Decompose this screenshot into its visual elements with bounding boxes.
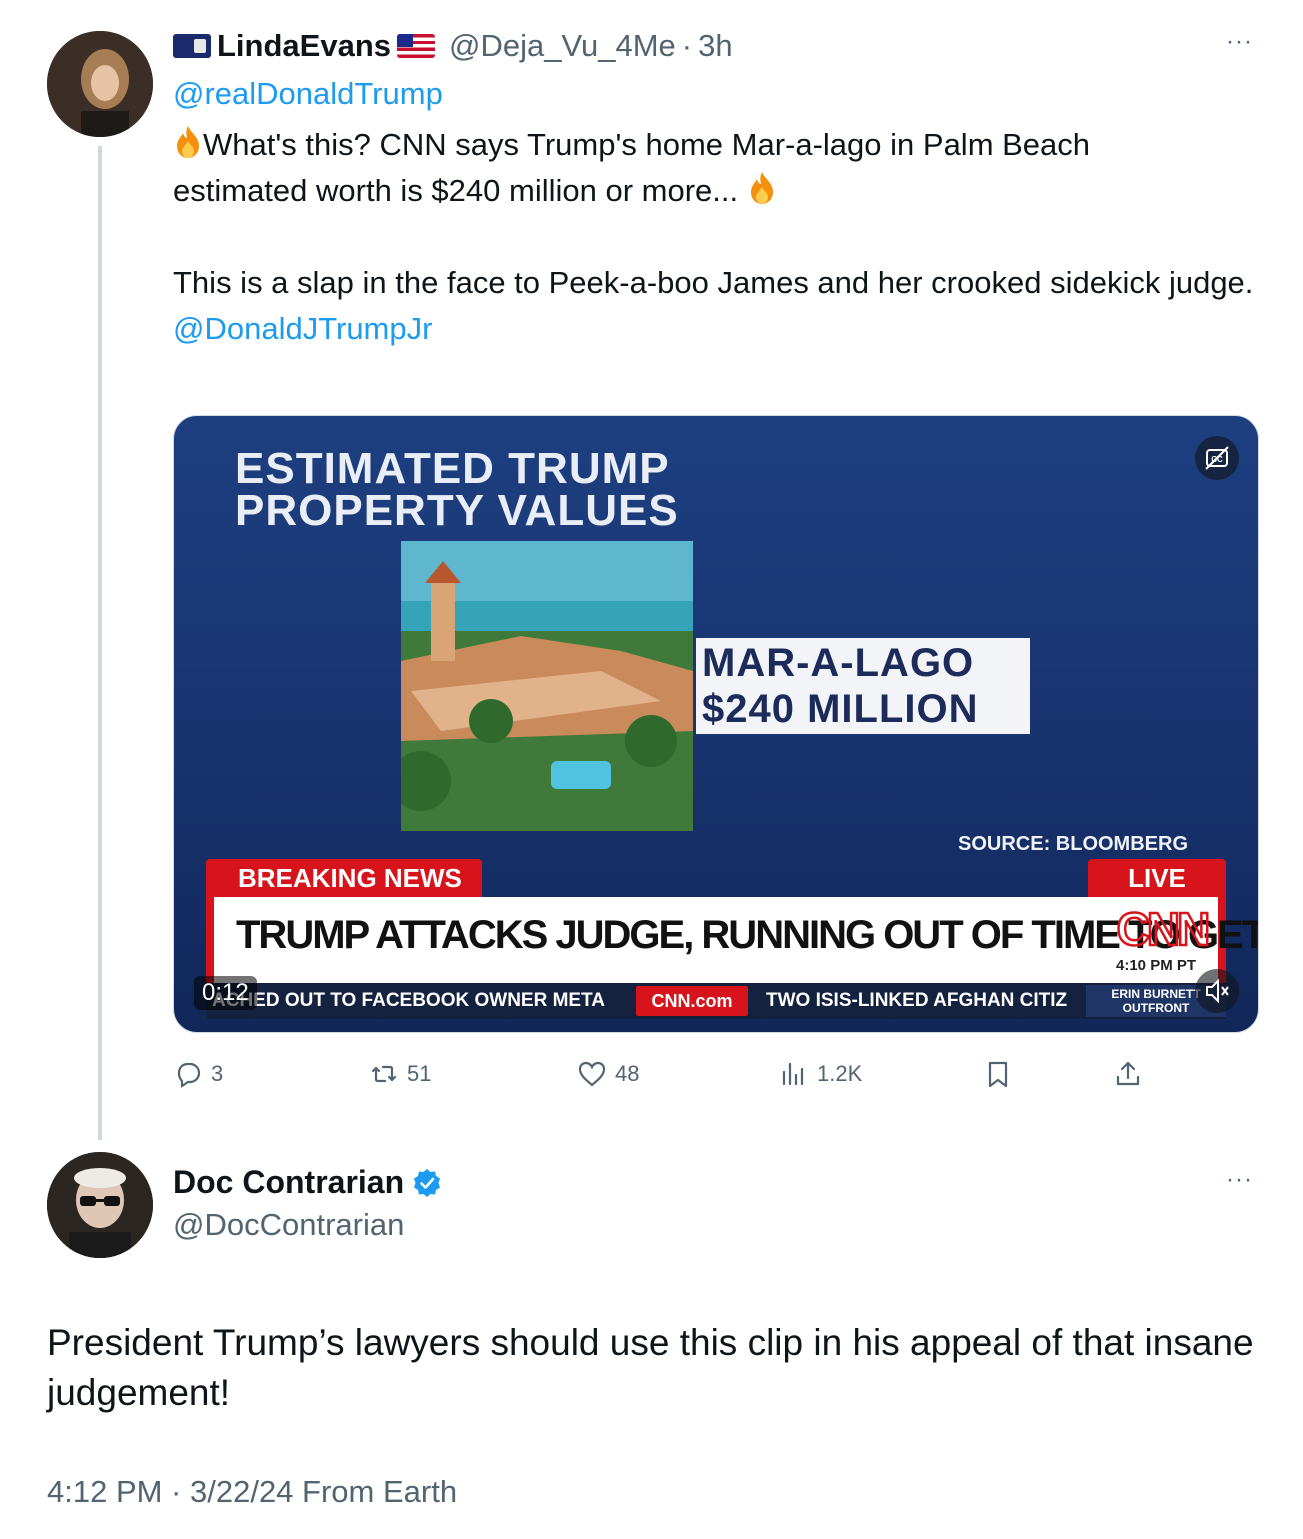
tweet1-handle[interactable]: @Deja_Vu_4Me (449, 28, 676, 64)
cayman-flag-icon (173, 34, 211, 58)
reply-count: 3 (211, 1061, 224, 1086)
tweet2-text: President Trump’s lawyers should use thi… (47, 1322, 1254, 1413)
breaking-news-banner: BREAKING NEWS (206, 859, 482, 897)
tweet1-text-line2: estimated worth is $240 million or more.… (173, 173, 739, 208)
mention-donaldjtrumpjr[interactable]: @DonaldJTrumpJr (173, 306, 1273, 352)
tweet2-display-name[interactable]: Doc Contrarian (173, 1164, 404, 1201)
bookmark-icon (988, 1061, 1008, 1088)
mute-icon[interactable] (1195, 969, 1239, 1013)
ticker-left: ACHED OUT TO FACEBOOK OWNER META (212, 990, 606, 1011)
tweet1-action-bar: 3 51 48 1.2K (173, 1052, 1259, 1096)
bookmark-button[interactable] (983, 1052, 1021, 1096)
tweet1-text-line1: What's this? CNN says Trump's home Mar-a… (203, 127, 1091, 162)
network-clock: 4:10 PM PT (1116, 957, 1197, 974)
live-badge: LIVE (1088, 859, 1226, 897)
tweet1-timestamp[interactable]: 3h (698, 28, 732, 64)
ticker-site: CNN.com (636, 986, 748, 1016)
heart-icon (578, 1061, 606, 1087)
tweet2-meta[interactable]: 4:12 PM · 3/22/24 From Earth (47, 1474, 457, 1510)
repost-count: 51 (407, 1061, 432, 1086)
news-ticker: ACHED OUT TO FACEBOOK OWNER META CNN.com… (206, 983, 1226, 1019)
share-button[interactable] (1113, 1052, 1151, 1096)
video-title-line2: PROPERTY VALUES (235, 486, 679, 535)
video-title-graphic: ESTIMATED TRUMP PROPERTY VALUES (235, 444, 679, 535)
tweet2-handle[interactable]: @DocContrarian (173, 1207, 404, 1243)
headline-bar: TRUMP ATTACKS JUDGE, RUNNING OUT OF TIME… (206, 897, 1258, 983)
like-button[interactable]: 48 (577, 1052, 639, 1096)
tweet2-more-options-icon[interactable]: ··· (1226, 1166, 1253, 1194)
separator-dot: · (681, 28, 693, 63)
tweet1-text: What's this? CNN says Trump's home Mar-a… (173, 122, 1273, 352)
repost-button[interactable]: 51 (369, 1052, 431, 1096)
captions-off-icon[interactable]: CC (1195, 436, 1239, 480)
like-count: 48 (615, 1061, 640, 1086)
usa-flag-icon (397, 34, 435, 58)
avatar-linda-evans[interactable] (47, 31, 153, 137)
video-player[interactable]: ESTIMATED TRUMP PROPERTY VALUES MAR-A-LA… (173, 415, 1259, 1033)
thread-connector-line (98, 146, 102, 1140)
reply-button[interactable]: 3 (173, 1052, 223, 1096)
mar-a-lago-photo (401, 541, 693, 831)
tweet1-header: LindaEvans @Deja_Vu_4Me · 3h (173, 26, 733, 66)
reply-to-mention[interactable]: @realDonaldTrump (173, 76, 443, 112)
ticker-right: TWO ISIS-LINKED AFGHAN CITIZ (766, 990, 1068, 1011)
source-label: SOURCE: BLOOMBERG (958, 833, 1188, 855)
reply-icon (177, 1062, 201, 1089)
views-chart-icon (782, 1062, 804, 1086)
share-icon (1116, 1061, 1140, 1086)
views-button[interactable]: 1.2K (779, 1052, 862, 1096)
fire-emoji-icon (750, 172, 773, 204)
news-headline: TRUMP ATTACKS JUDGE, RUNNING OUT OF TIME… (236, 913, 1259, 957)
property-name: MAR-A-LAGO (702, 641, 975, 685)
svg-text:CNN: CNN (1117, 903, 1208, 955)
video-title-line1: ESTIMATED TRUMP (235, 444, 670, 493)
repost-icon (371, 1065, 397, 1083)
verified-badge-icon (414, 1168, 441, 1197)
fire-emoji-icon (177, 126, 199, 158)
tweet1-text-para2: This is a slap in the face to Peek-a-boo… (173, 265, 1254, 300)
property-value-box: MAR-A-LAGO $240 MILLION (696, 638, 1030, 734)
views-count: 1.2K (817, 1061, 863, 1086)
tweet2-header: Doc Contrarian (173, 1164, 442, 1201)
tweet1-display-name[interactable]: LindaEvans (217, 28, 391, 64)
avatar-doc-contrarian[interactable] (47, 1152, 153, 1258)
video-timer: 0:12 (194, 976, 257, 1010)
cnn-logo-icon: CNN (1108, 903, 1216, 955)
property-value: $240 MILLION (702, 687, 979, 731)
tweet1-more-options-icon[interactable]: ··· (1226, 28, 1253, 56)
